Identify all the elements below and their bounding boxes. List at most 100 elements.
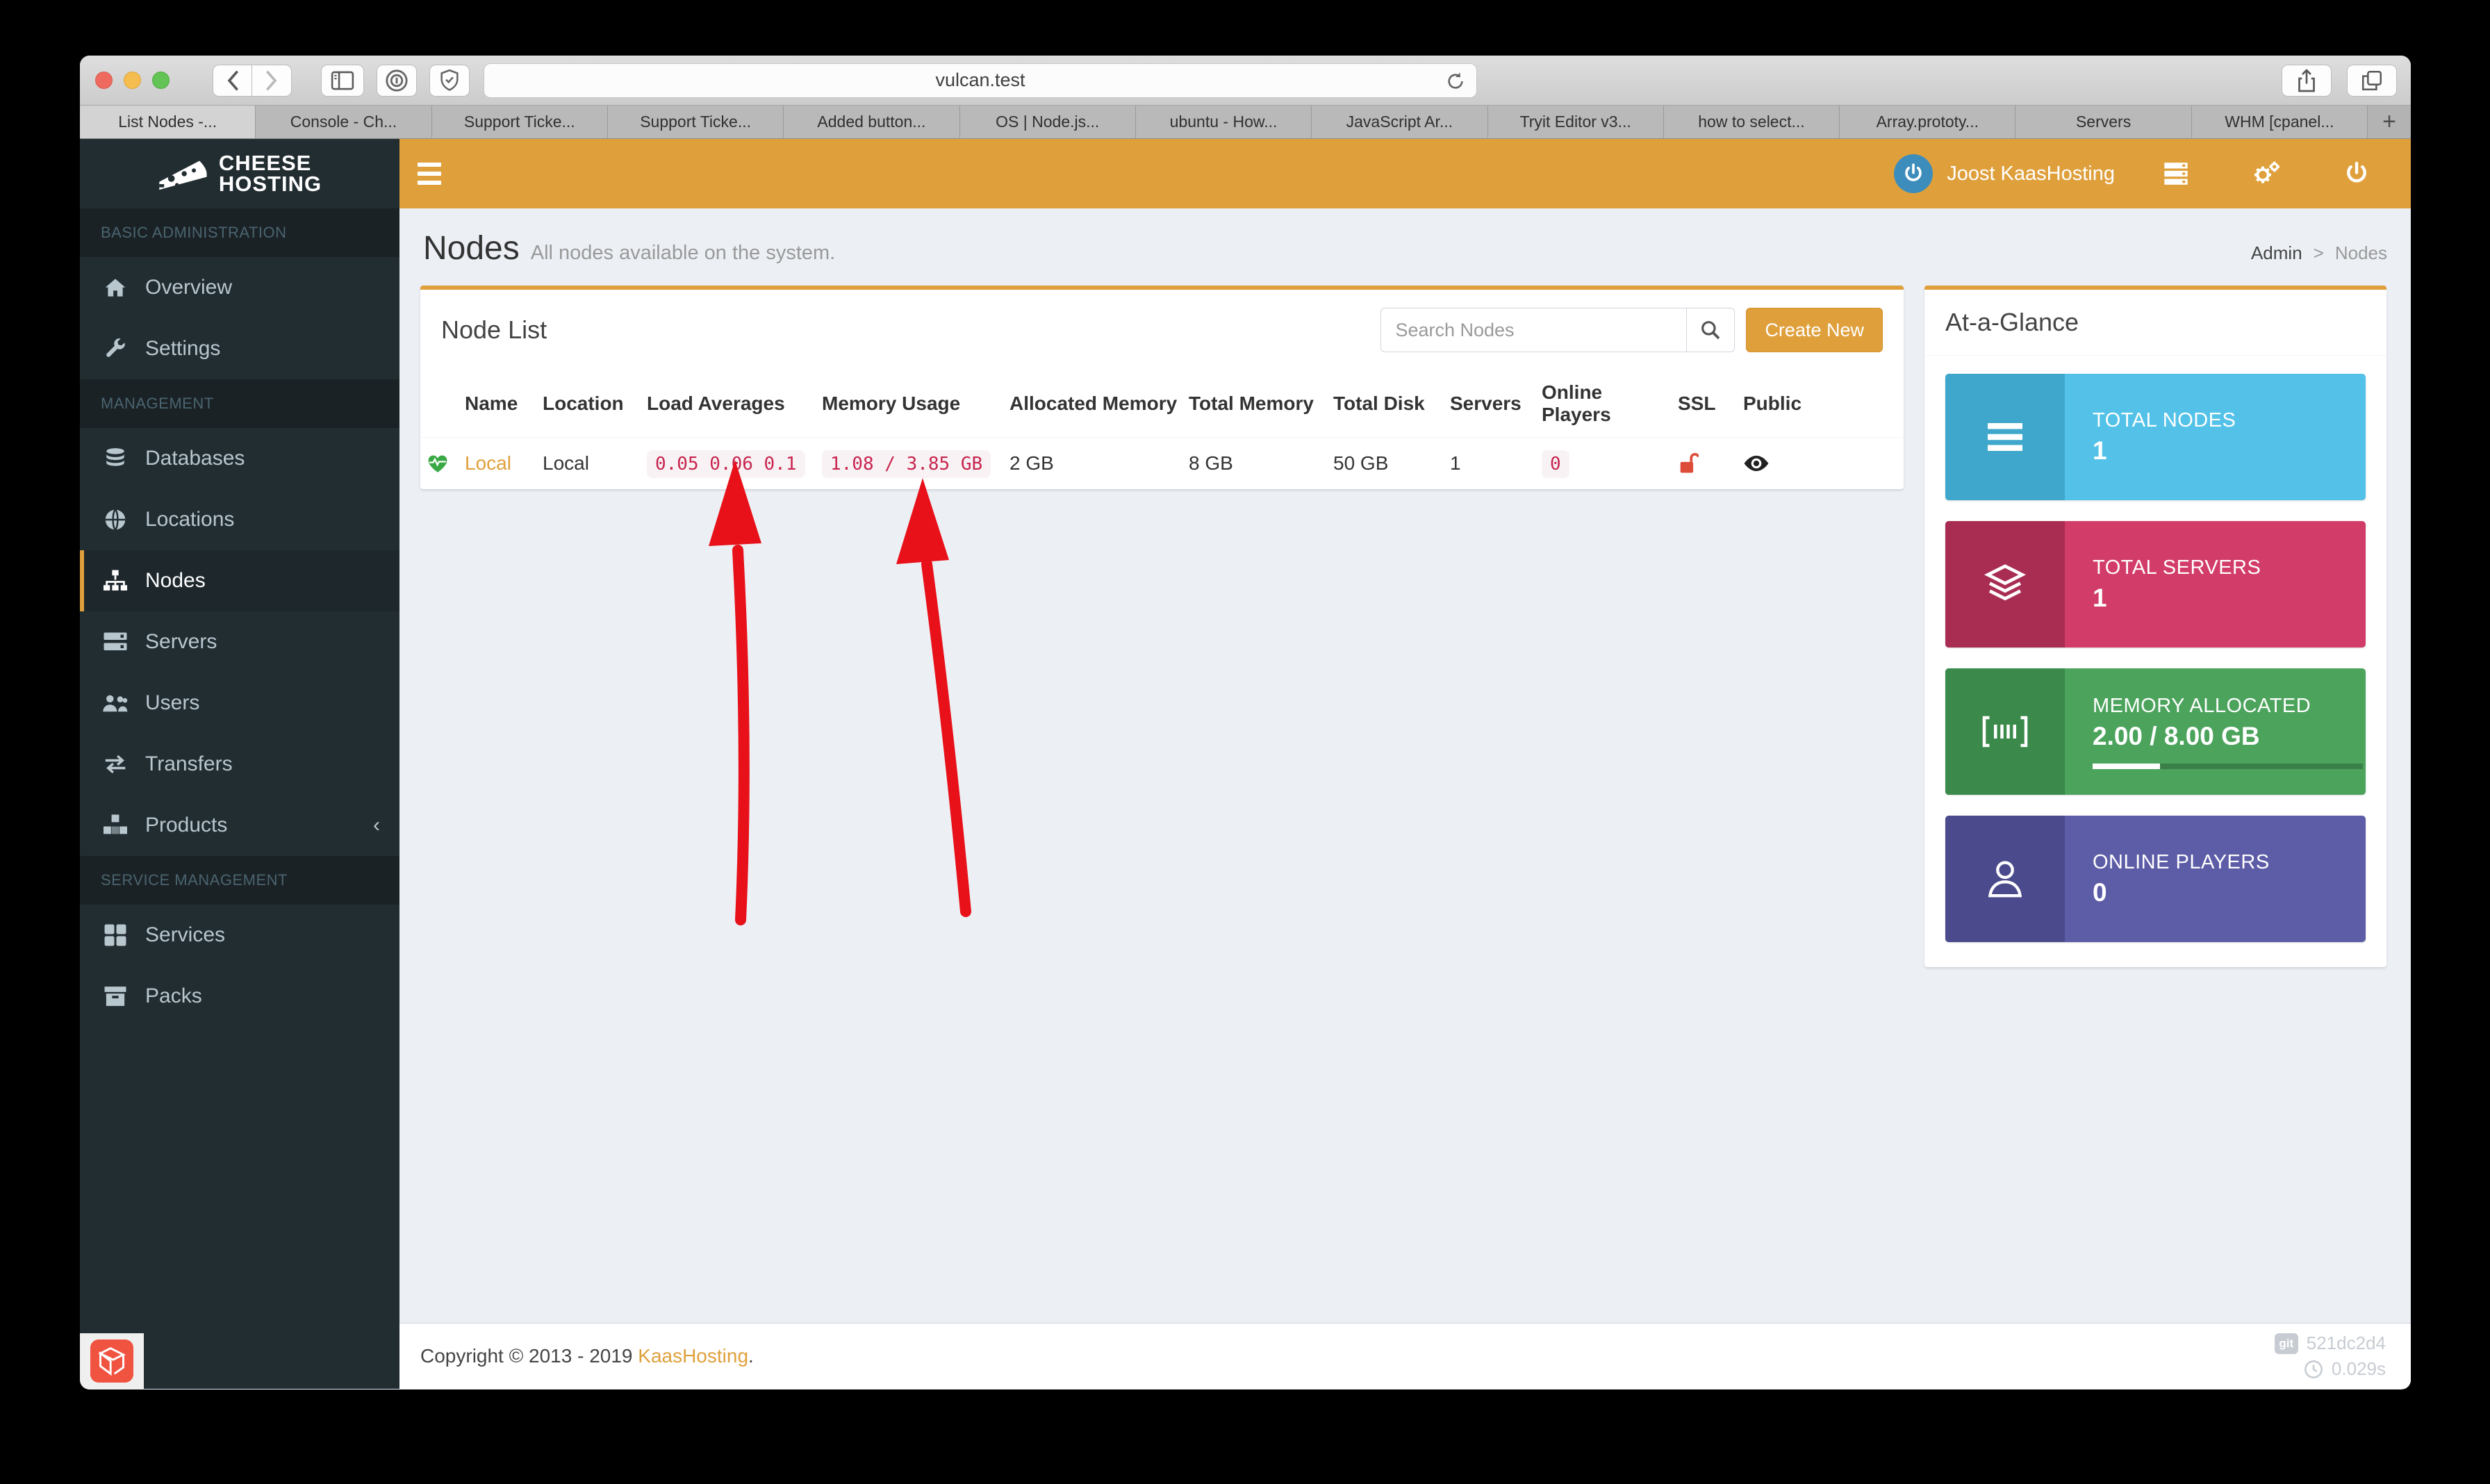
page-subtitle: All nodes available on the system. [531, 242, 835, 265]
browser-tab[interactable]: Servers [2015, 106, 2191, 138]
forward-button[interactable] [252, 65, 292, 97]
breadcrumb-admin[interactable]: Admin [2251, 242, 2302, 264]
sitemap-icon [101, 569, 130, 593]
archive-box-icon [101, 985, 130, 1007]
reload-icon [1444, 70, 1467, 92]
gears-icon [2251, 160, 2282, 188]
server-stack-icon [2162, 160, 2190, 187]
browser-tab[interactable]: WHM [cpanel... [2192, 106, 2368, 138]
browser-tab[interactable]: JavaScript Ar... [1312, 106, 1487, 138]
browser-tab[interactable]: ubuntu - How... [1136, 106, 1312, 138]
tab-strip: List Nodes -...Console - Ch...Support Ti… [80, 106, 2411, 139]
glance-title: At-a-Glance [1945, 308, 2079, 337]
public-eye-icon[interactable] [1743, 453, 1770, 474]
node-list-title: Node List [441, 315, 547, 345]
cell-memory-usage: 1.08 / 3.85 GB [822, 450, 991, 478]
section-basic-administration: BASIC ADMINISTRATION [80, 208, 399, 257]
browser-tab[interactable]: Support Ticke... [608, 106, 784, 138]
table-header-memory-usage: Memory Usage [816, 370, 1004, 438]
table-header-total-memory: Total Memory [1183, 370, 1328, 438]
sidebar-item-packs[interactable]: Packs [80, 966, 399, 1027]
share-button[interactable] [2282, 65, 2332, 97]
search-input[interactable] [1380, 308, 1686, 352]
password-extension-button[interactable] [377, 65, 417, 97]
sidebar-item-users[interactable]: Users [80, 673, 399, 734]
layers-icon [1945, 521, 2065, 648]
admin-settings-button[interactable] [2237, 160, 2295, 188]
logout-button[interactable] [2327, 160, 2386, 187]
section-service-management: SERVICE MANAGEMENT [80, 856, 399, 905]
sidebar-item-settings[interactable]: Settings [80, 318, 399, 379]
sidebar-item-servers[interactable]: Servers [80, 611, 399, 673]
browser-tab[interactable]: Console - Ch... [256, 106, 431, 138]
stat-value: 1 [2093, 436, 2363, 465]
kaashosting-link[interactable]: KaasHosting [638, 1345, 748, 1367]
chevron-left-icon: ‹ [373, 814, 380, 837]
user-menu[interactable]: Joost KaasHosting [1894, 154, 2115, 193]
load-time: 0.029s [2332, 1356, 2386, 1382]
debugbar-toggle[interactable] [80, 1333, 144, 1389]
sidebar-collapse-button[interactable] [399, 139, 459, 208]
cell-load-averages: 0.05 0.06 0.1 [647, 450, 805, 478]
onepassword-icon [385, 69, 409, 92]
cell-allocated-memory: 2 GB [1004, 438, 1183, 490]
wrench-icon [101, 336, 130, 361]
chevron-left-icon [225, 70, 240, 91]
browser-tab[interactable]: OS | Node.js... [960, 106, 1136, 138]
database-icon [101, 445, 130, 472]
reload-button[interactable] [1444, 70, 1467, 92]
sidebar-item-services[interactable]: Services [80, 905, 399, 966]
table-header-total-disk: Total Disk [1328, 370, 1444, 438]
cell-online-players: 0 [1542, 450, 1569, 478]
browser-tab[interactable]: Support Ticke... [432, 106, 608, 138]
tabs-icon [2360, 69, 2384, 92]
server-icon [101, 630, 130, 654]
search-button[interactable] [1686, 308, 1735, 352]
stat-card-memory-allocated: MEMORY ALLOCATED 2.00 / 8.00 GB [1945, 668, 2366, 795]
sidebar-icon [331, 70, 354, 91]
address-bar[interactable]: vulcan.test [484, 63, 1477, 98]
home-icon [101, 274, 130, 301]
node-list-panel: Node List Create New [420, 286, 1904, 489]
heartbeat-cell [420, 438, 459, 490]
cell-location: Local [537, 438, 641, 490]
back-button[interactable] [213, 65, 252, 97]
bars-icon [1945, 374, 2065, 500]
table-row: Local Local 0.05 0.06 0.1 1.08 / 3.85 GB… [420, 438, 1904, 490]
browser-toolbar: vulcan.test [80, 56, 2411, 106]
browser-tab[interactable]: how to select... [1664, 106, 1840, 138]
table-header-spacer [420, 370, 459, 438]
cell-total-memory: 8 GB [1183, 438, 1328, 490]
create-new-button[interactable]: Create New [1746, 308, 1883, 352]
table-header-name: Name [459, 370, 537, 438]
sidebar-item-transfers[interactable]: Transfers [80, 734, 399, 795]
browser-tab[interactable]: Tryit Editor v3... [1488, 106, 1664, 138]
sidebar-item-nodes[interactable]: Nodes [80, 550, 399, 611]
minimize-window-button[interactable] [124, 72, 141, 89]
git-icon: git [2275, 1333, 2298, 1354]
sidebar-item-overview[interactable]: Overview [80, 257, 399, 318]
sidebar-item-databases[interactable]: Databases [80, 428, 399, 489]
sidebar-item-locations[interactable]: Locations [80, 489, 399, 550]
stat-value: 0 [2093, 878, 2363, 907]
tab-overview-button[interactable] [2347, 65, 2397, 97]
zoom-window-button[interactable] [152, 72, 170, 89]
brand-logo[interactable]: CHEESE HOSTING [80, 139, 399, 208]
browser-tab[interactable]: Added button... [784, 106, 959, 138]
sidebar-toggle-button[interactable] [321, 65, 364, 97]
close-window-button[interactable] [95, 72, 113, 89]
node-name-link[interactable]: Local [465, 452, 511, 474]
memory-progress-bar [2093, 764, 2363, 769]
browser-tab[interactable]: List Nodes -... [80, 106, 256, 138]
servers-menu-button[interactable] [2147, 160, 2205, 187]
new-tab-button[interactable]: + [2368, 106, 2411, 138]
shield-extension-button[interactable] [429, 65, 470, 97]
brand-line2: HOSTING [219, 174, 322, 195]
stat-card-total-nodes: TOTAL NODES 1 [1945, 374, 2366, 500]
browser-tab[interactable]: Array.prototy... [1840, 106, 2015, 138]
url-text: vulcan.test [935, 69, 1025, 91]
copyright-text: Copyright © 2013 - 2019 [420, 1345, 632, 1367]
avatar [1894, 154, 1933, 193]
page-title: Nodes [423, 229, 520, 267]
sidebar-item-products[interactable]: Products ‹ [80, 795, 399, 856]
